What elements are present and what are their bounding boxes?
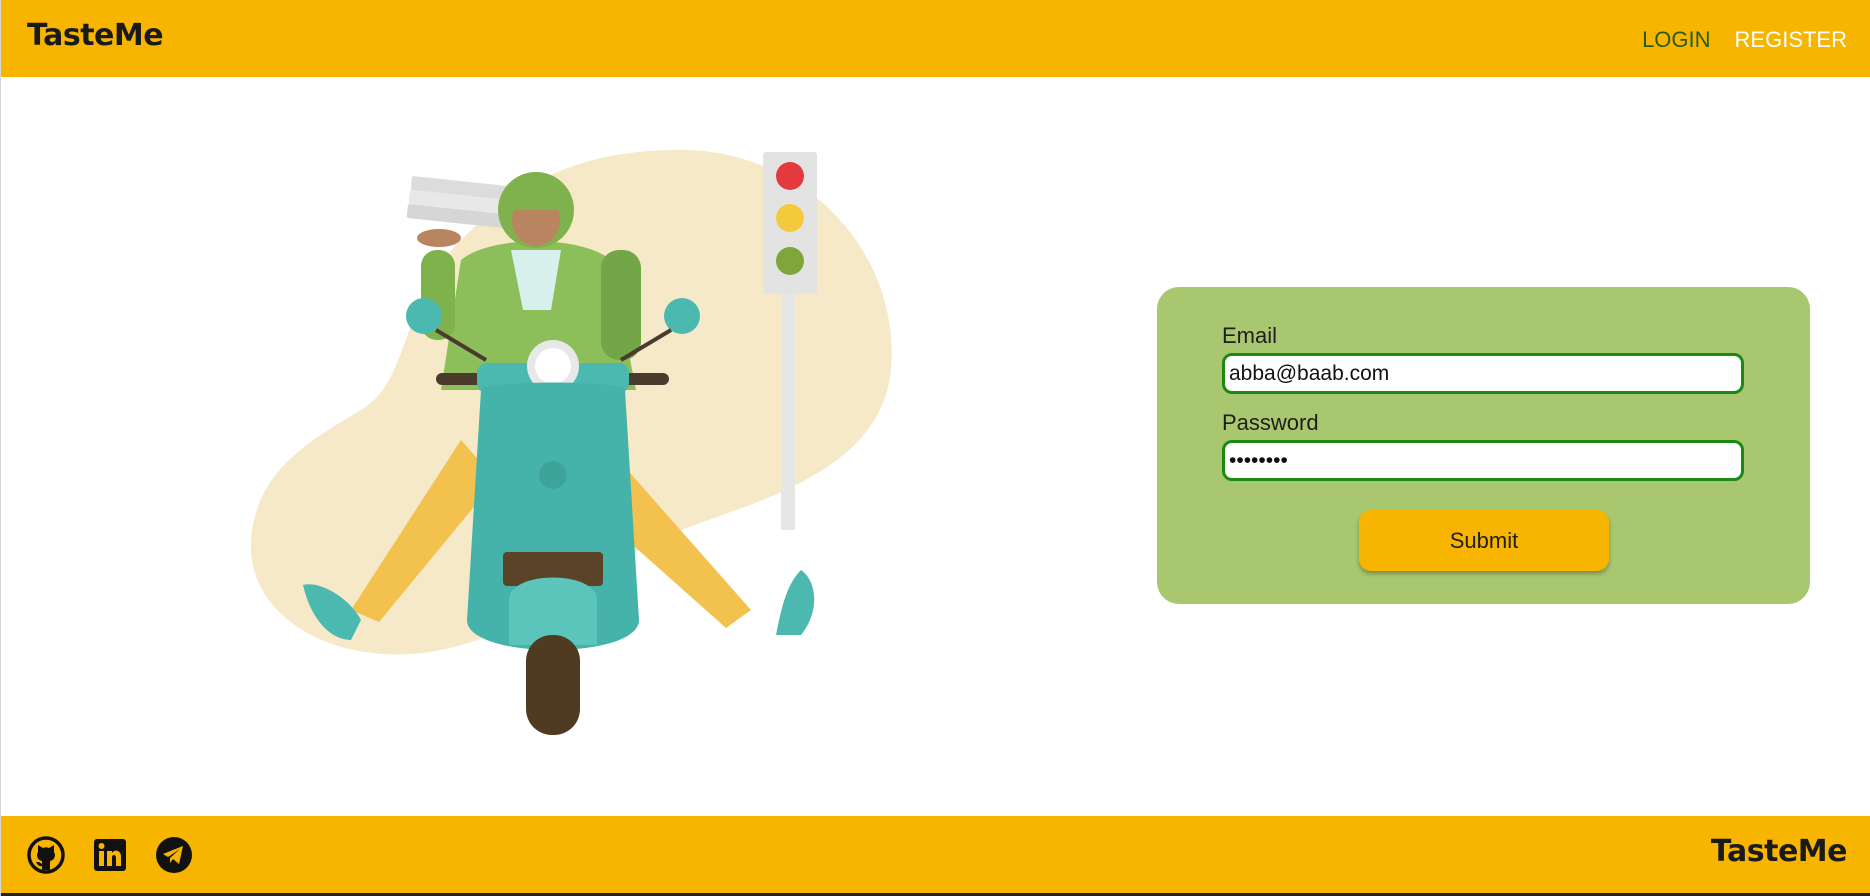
github-icon[interactable] [27, 836, 65, 874]
login-form: Email Password [1222, 323, 1744, 481]
top-navbar: TasteMe LOGIN REGISTER [1, 0, 1870, 77]
telegram-icon[interactable] [155, 836, 193, 874]
password-field-group: Password [1222, 410, 1744, 481]
footer: TasteMe [1, 816, 1870, 896]
footer-brand-logo[interactable]: TasteMe [1711, 834, 1848, 869]
delivery-rider-scooter-illustration [250, 149, 892, 735]
linkedin-icon[interactable] [91, 836, 129, 874]
register-link[interactable]: REGISTER [1735, 27, 1847, 53]
brand-logo[interactable]: TasteMe [27, 18, 164, 53]
social-links [27, 836, 193, 874]
email-input[interactable] [1222, 353, 1744, 394]
email-label: Email [1222, 323, 1278, 348]
password-input[interactable] [1222, 440, 1744, 481]
password-label: Password [1222, 410, 1319, 435]
email-field-group: Email [1222, 323, 1744, 394]
login-form-card: Email Password Submit [1157, 287, 1810, 604]
auth-nav: LOGIN REGISTER [1642, 27, 1847, 53]
submit-button[interactable]: Submit [1359, 510, 1609, 571]
login-link[interactable]: LOGIN [1642, 27, 1710, 53]
